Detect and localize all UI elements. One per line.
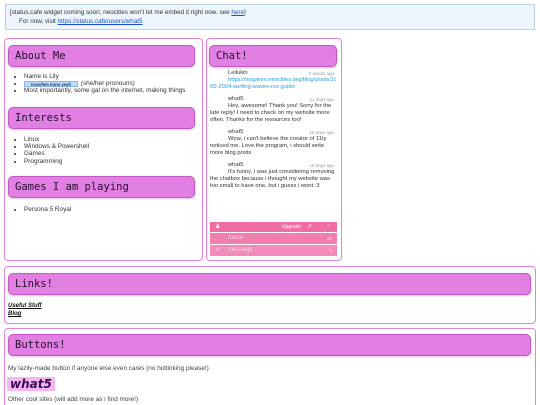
blog-link[interactable]: Blog bbox=[8, 311, 21, 317]
message-char-count: 0 bbox=[329, 248, 332, 253]
game-item: Persona 5 Royal bbox=[24, 206, 204, 213]
useful-stuff-link[interactable]: Useful Stuff bbox=[8, 303, 42, 309]
interests-list: Linux Windows & Powershell Games Program… bbox=[14, 136, 204, 165]
about-header: About Me bbox=[8, 45, 195, 67]
interest-item: Games bbox=[24, 150, 204, 157]
chat-name-field[interactable]: name 40 bbox=[210, 233, 337, 244]
pronouns-text: (she/her pronouns) bbox=[80, 80, 135, 88]
chat-messages[interactable]: Leilukin 2 weeks ago https://maptren.neoc… bbox=[210, 70, 336, 220]
what5-button[interactable]: what5 bbox=[7, 377, 55, 391]
chat-message: what5 15 days ago It's funny, i was just … bbox=[210, 162, 336, 190]
notice-end: ] bbox=[243, 9, 246, 16]
chat-time: 21 days ago bbox=[309, 97, 334, 102]
links-list: Useful Stuff Blog bbox=[8, 302, 42, 318]
about-pronouns-item: transfem trans yeah (she/her pronouns) bbox=[24, 80, 204, 87]
chat-author: Leilukin bbox=[228, 70, 248, 76]
close-icon[interactable]: ○ bbox=[327, 223, 331, 229]
chat-link[interactable]: https://maptren.neocities.org/blog/posts… bbox=[210, 77, 336, 91]
message-placeholder: message bbox=[228, 247, 253, 253]
chat-author: what5 bbox=[228, 129, 244, 135]
about-name: Name is Lily bbox=[24, 73, 204, 80]
interest-item: Windows & Powershell bbox=[24, 143, 204, 150]
smiley-icon[interactable]: ☺ bbox=[215, 245, 221, 256]
chat-text: It's funny, i was just considering remov… bbox=[210, 169, 335, 189]
chat-message-field[interactable]: ☺ message 0 bbox=[210, 245, 337, 256]
upgrade-link[interactable]: Upgrade bbox=[282, 224, 301, 230]
chat-text: Wow, i can't believe the creator of 11ty… bbox=[210, 136, 327, 156]
chat-message: Leilukin 2 weeks ago https://maptren.neoc… bbox=[210, 70, 336, 91]
notice-visit-text: For now, visit bbox=[19, 18, 58, 25]
notice-here-link[interactable]: here bbox=[231, 9, 244, 16]
notice-text: [status.cafe widget coming soon; neociti… bbox=[10, 9, 232, 16]
chat-toolbar: ♟ Upgrade ↗ ○ bbox=[210, 222, 337, 232]
notice-line-2: For now, visit https://status.cafe/users… bbox=[10, 17, 530, 26]
about-list: Name is Lily transfem trans yeah (she/he… bbox=[14, 73, 204, 95]
games-list: Persona 5 Royal bbox=[14, 206, 204, 213]
name-char-count: 40 bbox=[326, 236, 332, 241]
notice-line-1: [status.cafe widget coming soon; neociti… bbox=[10, 8, 530, 17]
chat-time: 15 days ago bbox=[309, 130, 334, 135]
chat-message: what5 21 days ago Hey, awesome! Thank you… bbox=[210, 96, 336, 124]
chat-time: 2 weeks ago bbox=[308, 71, 334, 76]
status-notice: [status.cafe widget coming soon; neociti… bbox=[5, 4, 535, 30]
games-header: Games I am playing bbox=[8, 176, 195, 198]
chat-message: what5 15 days ago Wow, i can't believe th… bbox=[210, 129, 336, 157]
pronoun-badge: transfem trans yeah bbox=[24, 80, 78, 87]
chat-time: 15 days ago bbox=[309, 163, 334, 168]
buttons-header: Buttons! bbox=[8, 334, 531, 356]
person-icon[interactable]: ♟ bbox=[215, 223, 220, 230]
external-link-icon[interactable]: ↗ bbox=[307, 223, 312, 230]
name-placeholder: name bbox=[228, 235, 244, 241]
status-cafe-link[interactable]: https://status.cafe/users/what5 bbox=[58, 18, 143, 25]
about-important: Most importantly, some gal on the intern… bbox=[24, 87, 204, 94]
other-sites-text: Other cool sites (will add more as i fin… bbox=[8, 396, 138, 403]
chat-text: Hey, awesome! Thank you! Sorry for the l… bbox=[210, 103, 332, 123]
interests-header: Interests bbox=[8, 107, 195, 129]
interest-item: Linux bbox=[24, 136, 204, 143]
links-header: Links! bbox=[8, 273, 531, 295]
chat-author: what5 bbox=[228, 96, 244, 102]
buttons-description: My lazily-made button if anyone else eve… bbox=[8, 365, 209, 372]
interest-item: Programming bbox=[24, 158, 204, 165]
chat-header: Chat! bbox=[209, 45, 337, 67]
chat-author: what5 bbox=[228, 162, 244, 168]
